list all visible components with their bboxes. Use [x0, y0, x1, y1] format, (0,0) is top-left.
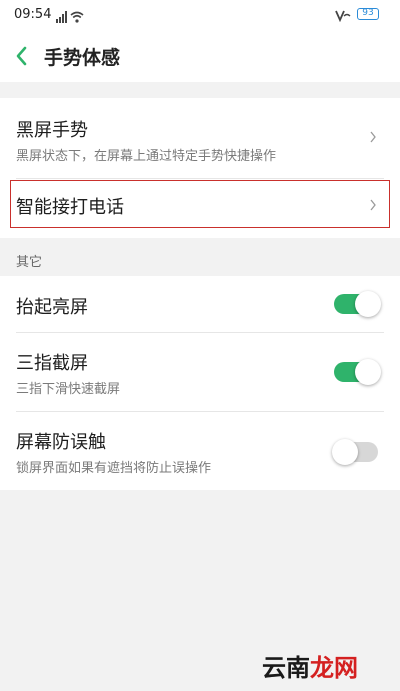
row-raise-to-wake[interactable]: 抬起亮屏 — [0, 276, 400, 332]
toggle-knob — [355, 359, 381, 385]
divider — [16, 178, 384, 179]
three-finger-screenshot-toggle[interactable] — [334, 359, 381, 385]
vowifi-icon — [335, 7, 351, 26]
raise-to-wake-toggle[interactable] — [334, 291, 381, 317]
toggle-knob — [355, 291, 381, 317]
wifi-icon — [70, 8, 84, 27]
row-subtitle: 锁屏界面如果有遮挡将防止误操作 — [16, 461, 212, 476]
row-subtitle: 三指下滑快速截屏 — [16, 382, 121, 397]
battery-indicator: 93 — [357, 8, 379, 20]
section-label-other: 其它 — [16, 255, 43, 270]
watermark-part2: 龙网 — [310, 654, 358, 682]
back-button[interactable] — [10, 42, 36, 70]
row-title: 抬起亮屏 — [16, 297, 88, 318]
row-title: 黑屏手势 — [16, 120, 88, 141]
app-header: 手势体感 — [0, 30, 400, 82]
chevron-right-icon — [370, 131, 376, 143]
row-three-finger-screenshot[interactable]: 三指截屏 三指下滑快速截屏 — [0, 333, 400, 411]
accidental-touch-prevention-toggle[interactable] — [332, 439, 378, 465]
toggle-knob — [332, 439, 358, 465]
signal-icon — [56, 8, 68, 27]
chevron-left-icon — [16, 46, 27, 66]
status-time: 09:54 — [14, 7, 52, 22]
row-title: 屏幕防误触 — [16, 432, 106, 453]
highlight-box — [10, 180, 390, 228]
watermark: 云南龙网 — [262, 648, 358, 683]
row-black-screen-gesture[interactable]: 黑屏手势 黑屏状态下，在屏幕上通过特定手势快捷操作 — [0, 98, 400, 178]
row-title: 三指截屏 — [16, 353, 88, 374]
watermark-part1: 云南 — [262, 654, 310, 682]
page-title: 手势体感 — [44, 47, 121, 69]
row-accidental-touch-prevention[interactable]: 屏幕防误触 锁屏界面如果有遮挡将防止误操作 — [0, 412, 400, 490]
status-bar: 09:54 93 — [0, 0, 400, 30]
row-subtitle: 黑屏状态下，在屏幕上通过特定手势快捷操作 — [16, 149, 277, 164]
